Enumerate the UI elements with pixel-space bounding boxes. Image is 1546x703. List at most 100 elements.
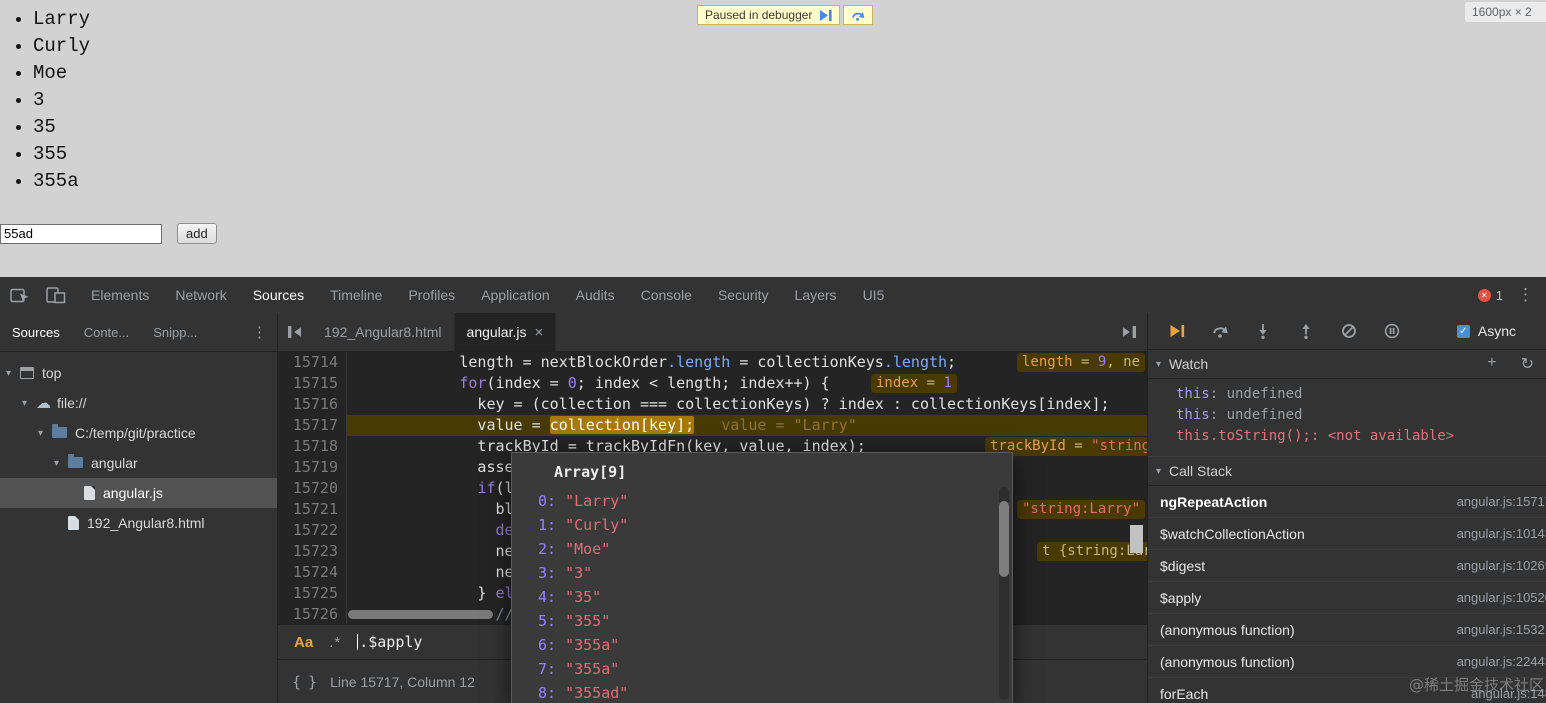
- tree-item-angular-js[interactable]: angular.js: [0, 478, 277, 508]
- resume-button[interactable]: [1168, 323, 1186, 339]
- devtools-tab-ui5[interactable]: UI5: [850, 277, 898, 313]
- resume-script-icon[interactable]: [820, 9, 833, 21]
- line-number[interactable]: 15715: [278, 373, 347, 394]
- sidebar-tab[interactable]: Conte...: [72, 325, 142, 340]
- step-into-button[interactable]: [1254, 323, 1272, 339]
- call-stack-frame[interactable]: $apply angular.js:10520: [1148, 582, 1546, 614]
- line-number[interactable]: 15725: [278, 583, 347, 604]
- tree-item-label: angular: [91, 455, 138, 471]
- device-toolbar-icon[interactable]: [46, 286, 66, 304]
- async-checkbox[interactable]: ✓: [1456, 324, 1470, 338]
- watch-section-header[interactable]: ▾ Watch + ↻: [1148, 350, 1546, 379]
- watch-expression[interactable]: this.toString();: <not available>: [1148, 426, 1546, 447]
- sidebar-menu-icon[interactable]: ⋮: [252, 323, 277, 341]
- tree-item-file-[interactable]: ▾ ☁ file://: [0, 388, 277, 418]
- tree-item-top[interactable]: ▾ top: [0, 358, 277, 388]
- popup-scrollbar-thumb[interactable]: [999, 501, 1009, 577]
- line-number[interactable]: 15719: [278, 457, 347, 478]
- line-number[interactable]: 15717: [278, 415, 347, 436]
- step-out-button[interactable]: [1297, 323, 1315, 339]
- code-text[interactable]: length = nextBlockOrder.length = collect…: [347, 352, 1147, 373]
- debugger-toolbar: ✓ Async: [1148, 313, 1546, 350]
- editor-tab-strip: 192_Angular8.html angular.js ×: [278, 313, 1147, 352]
- call-stack-frame[interactable]: $watchCollectionAction angular.js:10143: [1148, 518, 1546, 550]
- match-case-toggle[interactable]: Aa: [294, 634, 313, 651]
- add-watch-icon[interactable]: +: [1487, 354, 1496, 374]
- editor-horizontal-scrollbar-thumb[interactable]: [348, 610, 493, 619]
- watch-expression[interactable]: this: undefined: [1148, 405, 1546, 426]
- call-stack-list: ngRepeatAction angular.js:15717 $watchColl…: [1148, 486, 1546, 703]
- hide-navigator-icon[interactable]: [278, 313, 312, 351]
- inspect-element-icon[interactable]: [10, 286, 30, 304]
- code-text[interactable]: value = collection[key]; value = "Larry": [347, 415, 1147, 436]
- tree-item-label: file://: [57, 395, 87, 411]
- line-number[interactable]: 15718: [278, 436, 347, 457]
- line-number[interactable]: 15724: [278, 562, 347, 583]
- tree-item-angular[interactable]: ▾ angular: [0, 448, 277, 478]
- devtools-tab-profiles[interactable]: Profiles: [395, 277, 468, 313]
- console-error-badge[interactable]: ✕ 1: [1477, 288, 1503, 303]
- line-number[interactable]: 15721: [278, 499, 347, 520]
- array-item: 7: "355a": [538, 660, 620, 678]
- browser-page: LarryCurlyMoe335355355a add Paused in de…: [0, 0, 1546, 277]
- devtools-tab-elements[interactable]: Elements: [78, 277, 162, 313]
- refresh-watch-icon[interactable]: ↻: [1521, 354, 1534, 374]
- tree-item-192-angular8-html[interactable]: 192_Angular8.html: [0, 508, 277, 538]
- step-over-box[interactable]: [843, 5, 874, 25]
- call-stack-frame[interactable]: ngRepeatAction angular.js:15717: [1148, 486, 1546, 518]
- call-stack-frame[interactable]: forEach angular.js:148: [1148, 678, 1546, 703]
- devtools-menu-icon[interactable]: ⋮: [1517, 285, 1534, 305]
- devtools-tab-security[interactable]: Security: [705, 277, 782, 313]
- devtools-tab-application[interactable]: Application: [468, 277, 563, 313]
- code-text[interactable]: key = (collection === collectionKeys) ? …: [347, 394, 1147, 415]
- pause-on-exceptions-button[interactable]: [1383, 323, 1401, 339]
- devtools-tab-layers[interactable]: Layers: [782, 277, 850, 313]
- file-icon: [68, 516, 79, 530]
- call-stack-section-header[interactable]: ▾ Call Stack: [1148, 456, 1546, 486]
- editor-tab[interactable]: angular.js ×: [454, 313, 557, 351]
- call-stack-frame[interactable]: (anonymous function) angular.js:22443: [1148, 646, 1546, 678]
- call-stack-frame[interactable]: (anonymous function) angular.js:15321: [1148, 614, 1546, 646]
- editor-tab[interactable]: 192_Angular8.html: [312, 313, 455, 351]
- close-icon[interactable]: ×: [534, 324, 543, 341]
- tree-item-label: angular.js: [103, 485, 163, 501]
- folder-icon: [68, 454, 83, 468]
- sidebar-tab[interactable]: Sources: [0, 325, 72, 340]
- devtools-tab-sources[interactable]: Sources: [240, 277, 317, 313]
- line-number[interactable]: 15716: [278, 394, 347, 415]
- deactivate-breakpoints-button[interactable]: [1340, 323, 1358, 339]
- editor-tab-label: 192_Angular8.html: [324, 324, 442, 340]
- line-number[interactable]: 15723: [278, 541, 347, 562]
- line-number[interactable]: 15722: [278, 520, 347, 541]
- text-caret: [357, 634, 359, 650]
- devtools-tab-console[interactable]: Console: [628, 277, 705, 313]
- chevron-down-icon: ▾: [22, 397, 28, 409]
- watch-title: Watch: [1169, 356, 1209, 372]
- step-over-button[interactable]: [1211, 323, 1229, 339]
- add-button[interactable]: add: [177, 223, 217, 244]
- devtools-tab-timeline[interactable]: Timeline: [317, 277, 395, 313]
- watch-expression[interactable]: this: undefined: [1148, 384, 1546, 405]
- devtools-tab-audits[interactable]: Audits: [563, 277, 628, 313]
- file-icon: [84, 486, 95, 500]
- line-number[interactable]: 15714: [278, 352, 347, 373]
- show-drawer-icon[interactable]: [1121, 313, 1147, 351]
- pretty-print-icon[interactable]: { }: [292, 673, 317, 691]
- tree-item-label: C:/temp/git/practice: [75, 425, 196, 441]
- call-stack-frame[interactable]: $digest angular.js:10269: [1148, 550, 1546, 582]
- find-input[interactable]: .$apply: [357, 633, 422, 651]
- tree-item-c-temp-git-practice[interactable]: ▾ C:/temp/git/practice: [0, 418, 277, 448]
- devtools-panel-tabs: Elements Network Sources Timeline Profiles Ap…: [78, 277, 897, 313]
- screenshot-root: LarryCurlyMoe335355355a add Paused in de…: [0, 0, 1546, 703]
- devtools-tab-network[interactable]: Network: [162, 277, 239, 313]
- line-number[interactable]: 15720: [278, 478, 347, 499]
- sidebar-tab[interactable]: Snipp...: [141, 325, 209, 340]
- popup-scrollbar[interactable]: [999, 487, 1009, 700]
- add-item-input[interactable]: [0, 223, 162, 244]
- code-line: 15716 key = (collection === collectionKe…: [278, 394, 1147, 415]
- editor-vertical-scrollbar-thumb[interactable]: [1130, 525, 1143, 553]
- async-checkbox-wrap[interactable]: ✓ Async: [1456, 323, 1546, 339]
- code-text[interactable]: for(index = 0; index < length; index++) …: [347, 373, 1147, 394]
- line-number[interactable]: 15726: [278, 604, 347, 624]
- regex-toggle[interactable]: .*: [329, 634, 341, 651]
